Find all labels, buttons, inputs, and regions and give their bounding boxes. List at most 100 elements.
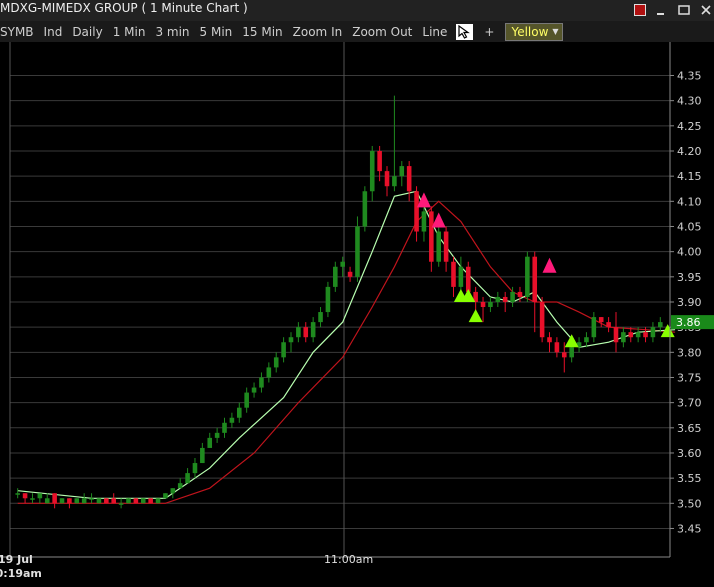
candle	[598, 317, 604, 328]
title-bar: MDXG-MIMEDX GROUP ( 1 Minute Chart )	[0, 0, 714, 21]
window-minimize-icon[interactable]	[655, 4, 667, 16]
candle-body	[310, 322, 316, 338]
line-button[interactable]: Line	[417, 25, 452, 39]
candle-body	[89, 498, 94, 500]
candle	[392, 95, 397, 192]
price-axis: 3.453.503.553.603.653.703.753.803.853.90…	[669, 42, 714, 557]
chart-toolbar: SYMB Ind Daily 1 Min 3 min 5 Min 15 Min …	[0, 21, 714, 42]
chevron-down-icon: ▼	[552, 27, 559, 36]
candle-body	[421, 211, 427, 232]
candle-body	[384, 171, 390, 187]
candle-body	[163, 493, 168, 499]
window-close-icon[interactable]	[634, 4, 646, 16]
candle-body	[554, 342, 560, 353]
candle	[628, 327, 634, 343]
candle	[133, 498, 139, 504]
candle-body	[532, 256, 538, 302]
candle	[554, 337, 560, 358]
candle-body	[59, 498, 65, 504]
candle	[200, 442, 205, 464]
price-tick-label: 4.25	[677, 120, 702, 133]
add-button[interactable]: +	[479, 25, 499, 39]
candle-body	[44, 498, 50, 504]
candle	[185, 468, 190, 484]
candle	[443, 226, 449, 272]
indicators-button[interactable]: Ind	[39, 25, 68, 39]
color-dropdown[interactable]: Yellow ▼	[505, 22, 563, 41]
zoom-out-button[interactable]: Zoom Out	[347, 25, 417, 39]
candle	[52, 493, 57, 509]
candle-body	[488, 301, 493, 308]
candle	[59, 498, 65, 504]
candle	[273, 352, 279, 373]
candle	[44, 493, 50, 504]
candle-body	[266, 367, 272, 378]
candle-body	[52, 493, 57, 504]
candle-body	[200, 447, 205, 464]
zoom-in-button[interactable]: Zoom In	[288, 25, 348, 39]
candle	[488, 296, 493, 313]
candle-body	[155, 498, 161, 504]
candle-body	[318, 312, 323, 323]
candle	[104, 498, 109, 504]
price-tick-label: 4.15	[677, 170, 702, 183]
candle-body	[67, 498, 72, 504]
window-exit-icon[interactable]	[700, 4, 712, 16]
candle	[67, 498, 72, 509]
candle-body	[30, 498, 35, 500]
symb-button[interactable]: SYMB	[0, 25, 39, 39]
price-tick-label: 4.30	[677, 95, 702, 108]
candle-body	[443, 231, 449, 262]
candle-body	[399, 166, 405, 177]
candle-body	[451, 261, 456, 287]
price-tick-label: 4.00	[677, 246, 702, 259]
candle	[310, 317, 316, 343]
candle	[207, 432, 213, 448]
sell-signal-icon	[416, 192, 431, 208]
one-min-button[interactable]: 1 Min	[108, 25, 151, 39]
candle	[451, 256, 456, 297]
candle-body	[458, 266, 464, 287]
candle-body	[591, 317, 597, 338]
fifteen-min-button[interactable]: 15 Min	[237, 25, 287, 39]
candle	[384, 166, 390, 197]
price-chart[interactable]: 3.453.503.553.603.653.703.753.803.853.90…	[0, 42, 714, 587]
candle-body	[222, 422, 227, 433]
price-tick-label: 4.20	[677, 145, 702, 158]
candle-body	[429, 211, 434, 262]
candle	[37, 493, 43, 504]
candle	[229, 412, 235, 428]
candle-body	[170, 488, 176, 494]
candle-body	[333, 266, 338, 287]
price-tick-label: 3.65	[677, 422, 702, 435]
candle-body	[81, 498, 87, 504]
window-maximize-icon[interactable]	[678, 4, 690, 16]
candle-body	[214, 432, 220, 438]
daily-button[interactable]: Daily	[67, 25, 107, 39]
chart-grid	[9, 42, 670, 557]
cursor-tool-button[interactable]	[456, 23, 474, 40]
three-min-button[interactable]: 3 min	[150, 25, 194, 39]
candle	[89, 493, 94, 504]
sell-signal-icon	[431, 212, 446, 228]
candle-body	[251, 387, 257, 393]
candle	[155, 498, 161, 504]
candle	[362, 186, 368, 232]
candle-body	[598, 317, 604, 323]
candle-body	[635, 332, 641, 338]
candle	[621, 327, 626, 348]
candle-body	[569, 347, 574, 358]
candle-body	[606, 322, 611, 328]
last-price-label: 3.86	[676, 316, 701, 329]
price-tick-label: 4.35	[677, 70, 702, 83]
candle-body	[355, 226, 360, 277]
price-tick-label: 3.75	[677, 371, 702, 384]
candle	[140, 498, 146, 504]
candle-body	[118, 503, 124, 505]
candle	[591, 312, 597, 343]
five-min-button[interactable]: 5 Min	[195, 25, 238, 39]
candle	[539, 296, 545, 343]
candle-body	[362, 191, 368, 227]
candle-body	[621, 332, 626, 343]
candle	[318, 307, 323, 328]
